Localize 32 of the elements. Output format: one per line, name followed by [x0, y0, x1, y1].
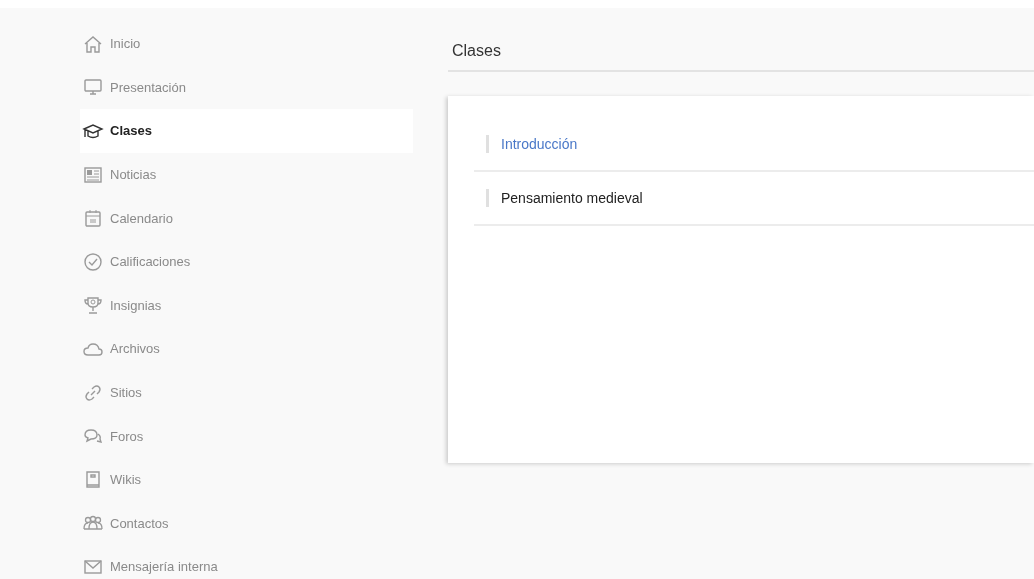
sidebar-item[interactable]: Calendario — [80, 196, 413, 240]
lesson-link[interactable]: Introducción — [501, 136, 578, 152]
sidebar-item[interactable]: Presentación — [80, 65, 413, 110]
sidebar-item[interactable]: Contactos — [80, 501, 413, 546]
sidebar-label: Wikis — [110, 472, 142, 488]
sidebar-label: Calificaciones — [110, 254, 191, 270]
sidebar-item[interactable]: Inicio — [80, 22, 413, 66]
sidebar-label: Clases — [110, 123, 152, 139]
lesson-link[interactable]: Pensamiento medieval — [501, 190, 643, 206]
sidebar-item[interactable]: Wikis — [80, 457, 413, 502]
sidebar-label: Archivos — [110, 341, 160, 357]
sidebar-label: Mensajería interna — [110, 559, 218, 575]
sidebar-label: Insignias — [110, 297, 162, 313]
sidebar-label: Contactos — [110, 515, 169, 531]
calendar-icon — [82, 207, 104, 230]
trophy-icon — [82, 294, 104, 317]
sidebar-item[interactable]: Noticias — [80, 152, 413, 197]
sidebar-label: Presentación — [110, 79, 186, 95]
sidebar-label: Noticias — [110, 167, 157, 183]
sidebar-label: Calendario — [110, 210, 173, 226]
sidebar-item[interactable]: Insignias — [80, 283, 413, 328]
sidebar-label: Inicio — [110, 36, 141, 52]
sidebar-item[interactable]: Archivos — [80, 327, 413, 371]
sidebar-label: Foros — [110, 428, 144, 444]
sidebar-item[interactable]: Clases — [80, 109, 413, 153]
sidebar-item[interactable]: Calificaciones — [80, 239, 413, 284]
sidebar-item[interactable]: Mensajería interna — [80, 545, 413, 579]
page-title: Clases — [448, 36, 1034, 72]
sidebar-item[interactable]: Foros — [80, 414, 413, 458]
sidebar-item[interactable]: Sitios — [80, 370, 413, 415]
check-badge-icon — [82, 250, 104, 273]
sidebar-label: Sitios — [110, 385, 142, 401]
